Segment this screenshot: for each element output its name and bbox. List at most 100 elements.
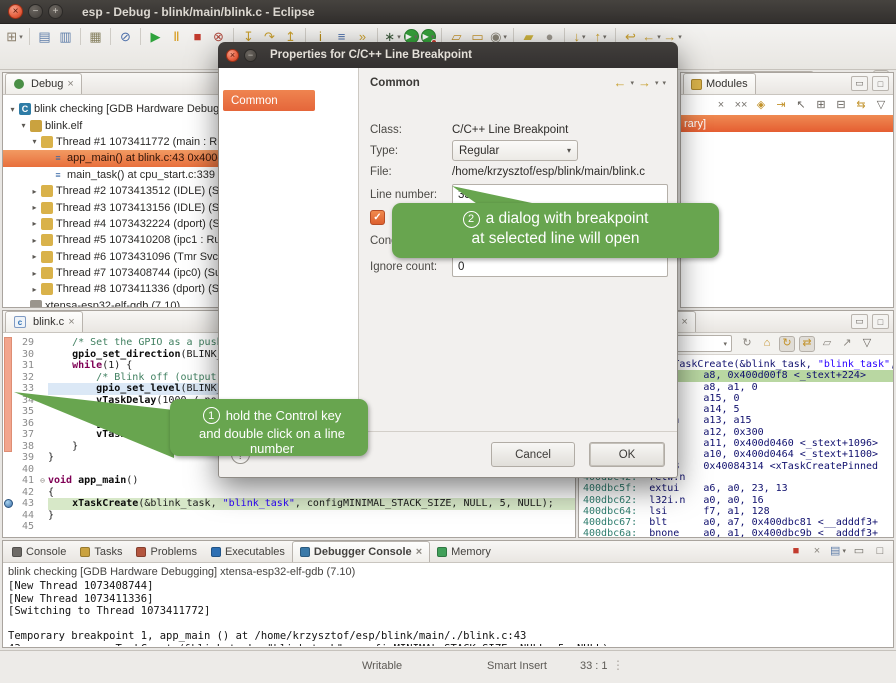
save-icon[interactable]: ▤ xyxy=(35,27,54,46)
remove-all-icon[interactable]: ×× xyxy=(733,97,749,113)
expand-arrow-icon[interactable]: ▾ xyxy=(7,105,18,114)
window-titlebar[interactable]: × − + esp - Debug - blink/main/blink.c -… xyxy=(0,0,896,24)
view-menu-icon[interactable]: ▾ xyxy=(662,79,666,87)
tab-executables[interactable]: Executables xyxy=(204,541,292,562)
save-all-icon[interactable]: ▥ xyxy=(56,27,75,46)
skip-all-breakpoints-icon[interactable]: ⊘ xyxy=(116,27,135,46)
ignore-count-field[interactable] xyxy=(452,256,668,277)
window-close-button[interactable]: × xyxy=(8,4,23,19)
forward-arrow-icon[interactable]: → xyxy=(638,75,651,90)
resume-icon[interactable]: ▶ xyxy=(146,27,165,46)
callout-number-badge: 2 xyxy=(463,211,480,228)
executables-icon xyxy=(211,547,221,557)
tab-debug[interactable]: Debug xyxy=(5,73,82,94)
status-insert-mode: Smart Insert xyxy=(487,660,547,672)
back-arrow-icon[interactable]: ← xyxy=(613,75,626,90)
tab-problems[interactable]: Problems xyxy=(129,541,203,562)
expand-arrow-icon[interactable]: ▾ xyxy=(18,121,29,130)
console-icon xyxy=(12,547,22,557)
remove-icon[interactable]: × xyxy=(713,97,729,113)
chevron-down-icon: ▾ xyxy=(503,33,507,41)
line-number[interactable]: 29 xyxy=(15,337,37,349)
line-number[interactable]: 45 xyxy=(15,521,37,533)
editor-line: 44} xyxy=(3,510,575,522)
load-symbols-icon[interactable]: ◈ xyxy=(753,97,769,113)
dialog-close-button[interactable]: × xyxy=(226,49,239,62)
new-wizard-icon[interactable]: ⊞▾ xyxy=(5,27,24,46)
refresh-icon[interactable]: ⇆ xyxy=(853,97,869,113)
line-number[interactable]: 40 xyxy=(15,464,37,476)
deselect-icon[interactable]: ↖ xyxy=(793,97,809,113)
minimize-icon[interactable]: ▭ xyxy=(851,543,867,559)
refresh-view-icon[interactable]: ↻ xyxy=(739,336,755,352)
collapse-all-icon[interactable]: ⊟ xyxy=(833,97,849,113)
console-output[interactable]: [New Thread 1073408744][New Thread 10734… xyxy=(8,580,891,646)
new-view-icon[interactable]: ▱ xyxy=(819,336,835,352)
close-icon[interactable] xyxy=(68,317,74,328)
suspend-icon[interactable]: Ⅱ xyxy=(167,27,186,46)
line-number[interactable]: 42 xyxy=(15,487,37,499)
expand-arrow-icon[interactable]: ▸ xyxy=(29,187,40,196)
dialog-titlebar[interactable]: × − Properties for C/C++ Line Breakpoint xyxy=(218,42,678,68)
chevron-down-icon[interactable]: ▾ xyxy=(655,79,659,87)
line-number[interactable]: 31 xyxy=(15,360,37,372)
type-label: Type: xyxy=(370,145,452,157)
open-new-view-icon[interactable]: ↗ xyxy=(839,336,855,352)
remove-launch-icon[interactable]: × xyxy=(809,543,825,559)
ok-button[interactable]: OK xyxy=(589,442,665,467)
window-maximize-button[interactable]: + xyxy=(48,4,63,19)
expand-arrow-icon[interactable]: ▸ xyxy=(29,252,40,261)
maximize-icon[interactable]: □ xyxy=(872,543,888,559)
view-menu-icon[interactable]: ▽ xyxy=(859,336,875,352)
close-icon[interactable] xyxy=(67,79,73,90)
dialog-minimize-button[interactable]: − xyxy=(244,49,257,62)
expand-arrow-icon[interactable]: ▾ xyxy=(29,137,40,146)
expand-arrow-icon[interactable]: ▸ xyxy=(29,269,40,278)
tab-debugger-console[interactable]: Debugger Console xyxy=(292,541,430,562)
expand-arrow-icon[interactable]: ▸ xyxy=(29,285,40,294)
line-number[interactable]: 41 xyxy=(15,475,37,487)
line-number[interactable]: 30 xyxy=(15,349,37,361)
expand-arrow-icon[interactable]: ▸ xyxy=(29,203,40,212)
expand-arrow-icon[interactable]: ▸ xyxy=(29,219,40,228)
line-number[interactable]: 44 xyxy=(15,510,37,522)
binary-console-icon[interactable]: ▦ xyxy=(86,27,105,46)
breakpoint-icon[interactable] xyxy=(4,499,13,508)
minimize-icon[interactable]: ▭ xyxy=(851,76,868,91)
chevron-down-icon: ▾ xyxy=(603,33,607,41)
window-minimize-button[interactable]: − xyxy=(28,4,43,19)
view-menu-icon[interactable]: ▽ xyxy=(873,97,889,113)
console-tabbar: ConsoleTasksProblemsExecutablesDebugger … xyxy=(3,541,893,563)
chevron-down-icon[interactable]: ▾ xyxy=(630,79,634,87)
terminate-icon[interactable]: ■ xyxy=(788,543,804,559)
tab-blink-c[interactable]: c blink.c xyxy=(5,311,83,332)
sync-active-context-icon[interactable]: ↻ xyxy=(779,336,795,352)
terminate-icon[interactable]: ■ xyxy=(188,27,207,46)
cancel-button[interactable]: Cancel xyxy=(491,442,575,467)
line-number[interactable]: 43 xyxy=(15,498,37,510)
minimize-icon[interactable]: ▭ xyxy=(851,314,868,329)
enabled-checkbox[interactable] xyxy=(370,210,385,225)
display-selected-console-icon[interactable]: ▤▾ xyxy=(830,543,846,559)
tab-tasks[interactable]: Tasks xyxy=(73,541,129,562)
sync-selection-icon[interactable]: ⇄ xyxy=(799,336,815,352)
home-icon[interactable]: ⌂ xyxy=(759,336,775,352)
expand-arrow-icon[interactable]: ▸ xyxy=(29,236,40,245)
modules-selected-row[interactable]: rary] xyxy=(681,115,893,132)
maximize-icon[interactable]: □ xyxy=(872,76,889,91)
line-number[interactable]: 32 xyxy=(15,372,37,384)
maximize-icon[interactable]: □ xyxy=(872,314,889,329)
tab-console[interactable]: Console xyxy=(5,541,73,562)
sidebar-item-common[interactable]: Common xyxy=(223,90,315,111)
close-icon[interactable] xyxy=(416,547,422,558)
expand-all-icon[interactable]: ⊞ xyxy=(813,97,829,113)
goto-file-icon[interactable]: ⇥ xyxy=(773,97,789,113)
tab-modules[interactable]: Modules xyxy=(683,73,756,94)
close-icon[interactable] xyxy=(681,317,687,328)
type-select[interactable]: Regular ▾ xyxy=(452,140,578,161)
callout-text: a dialog with breakpoint xyxy=(486,210,649,228)
debugger-console-icon xyxy=(300,547,310,557)
thread-icon xyxy=(41,136,53,148)
tab-memory[interactable]: Memory xyxy=(430,541,498,562)
console-toolbar: ■ × ▤▾ ▭ □ xyxy=(787,543,889,559)
